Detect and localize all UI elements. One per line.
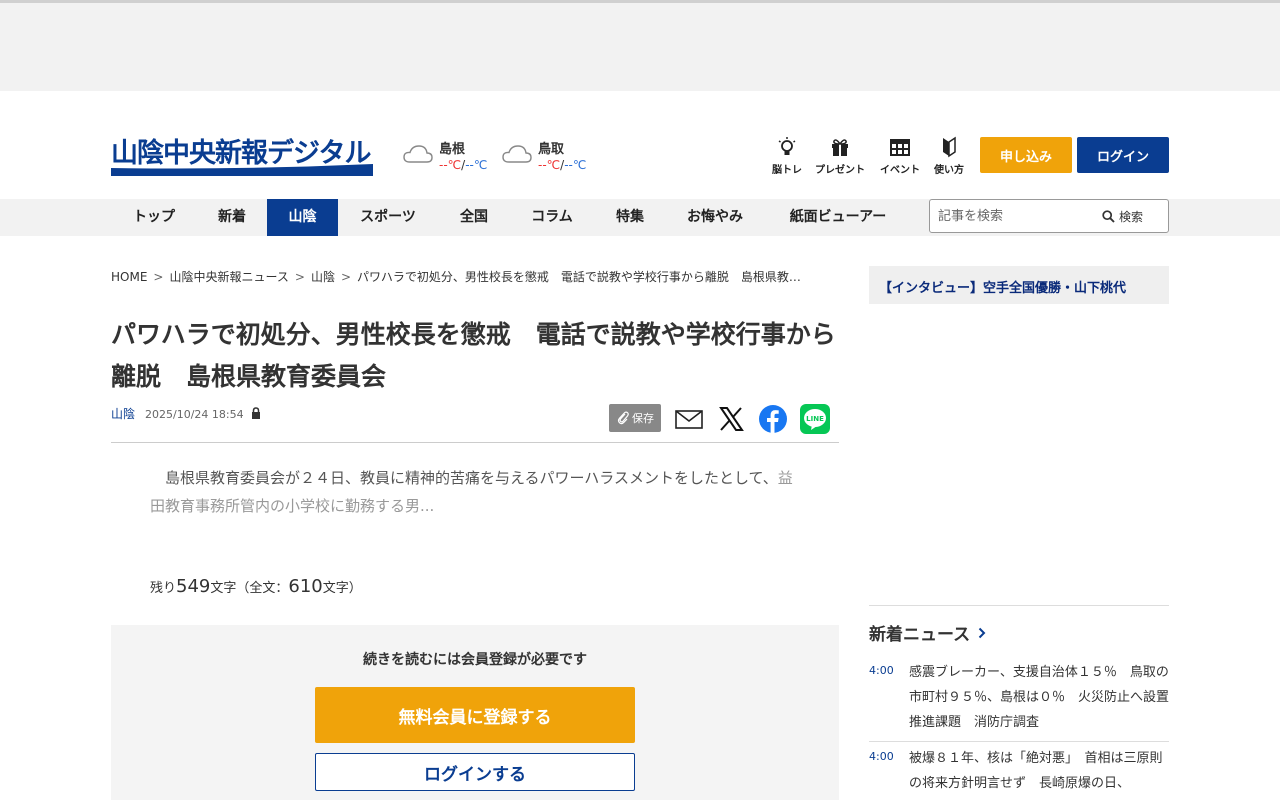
- nav-item-national[interactable]: 全国: [440, 199, 508, 236]
- lead-text: 島根県教育委員会が２４日、教員に精神的苦痛を与えるパワーハラスメントをしたとして…: [165, 469, 778, 487]
- chevron-right-icon: [978, 627, 986, 638]
- apply-button[interactable]: 申し込み: [980, 137, 1072, 173]
- nav-item-top[interactable]: トップ: [111, 199, 197, 236]
- login-button[interactable]: ログイン: [1077, 137, 1169, 173]
- weather-city: 島根: [439, 142, 466, 157]
- news-title: 被爆８１年、核は「絶対悪」 首相は三原則の将来方針明言せず 長崎原爆の日、: [909, 751, 1163, 791]
- gift-icon: [832, 139, 848, 156]
- cloud-icon: [403, 145, 433, 163]
- site-logo[interactable]: 山陰中央新報デジタル: [111, 131, 373, 177]
- breadcrumb-sep: >: [340, 270, 352, 284]
- nav-item-sports[interactable]: スポーツ: [340, 199, 436, 236]
- paywall-message: 続きを読むには会員登録が必要です: [363, 652, 587, 668]
- weather-tottori[interactable]: 鳥取 --℃/--℃: [502, 138, 592, 178]
- header-link-guide[interactable]: 使い方: [930, 136, 968, 176]
- sidebar-banner-link[interactable]: 【インタビュー】空手全国優勝・山下桃代: [879, 277, 1126, 296]
- remaining-chars: 残り549文字（全文：610文字）: [150, 576, 362, 597]
- paywall: 続きを読むには会員登録が必要です 無料会員に登録する ログインする: [111, 625, 839, 800]
- register-button[interactable]: 無料会員に登録する: [315, 687, 635, 743]
- header-link-label: イベント: [880, 165, 920, 176]
- article-meta: 山陰 2025/10/24 18:54: [111, 405, 261, 422]
- sidebar-banner: 【インタビュー】空手全国優勝・山下桃代: [869, 266, 1169, 304]
- lightbulb-icon: [778, 137, 796, 155]
- breadcrumb-news[interactable]: 山陰中央新報ニュース: [169, 270, 288, 284]
- list-item[interactable]: 4:00 感震ブレーカー、支援自治体１５％ 鳥取の市町村９５％、島根は０％ 火災…: [869, 660, 1169, 736]
- x-share-icon[interactable]: [716, 404, 746, 434]
- header-link-label: 使い方: [934, 165, 964, 176]
- remaining-suffix: 文字）: [322, 581, 362, 596]
- nav-item-obituary[interactable]: お悔やみ: [668, 199, 762, 236]
- nav-item-feature[interactable]: 特集: [596, 199, 664, 236]
- list-item[interactable]: 4:00 被爆８１年、核は「絶対悪」 首相は三原則の将来方針明言せず 長崎原爆の…: [869, 746, 1169, 800]
- news-time: 4:00: [869, 750, 894, 763]
- search-box: 検索: [929, 199, 1169, 233]
- nav-item-column[interactable]: コラム: [512, 199, 592, 236]
- meta-divider: [111, 442, 839, 443]
- save-button[interactable]: 保存: [609, 404, 661, 432]
- news-time: 4:00: [869, 664, 894, 677]
- lock-icon: [252, 407, 261, 419]
- cloud-icon: [502, 145, 532, 163]
- search-input[interactable]: [938, 206, 1098, 226]
- news-title: 感震ブレーカー、支援自治体１５％ 鳥取の市町村９５％、島根は０％ 火災防止へ設置…: [909, 665, 1170, 730]
- article-date: 2025/10/24 18:54: [145, 408, 244, 421]
- weather-shimane[interactable]: 島根 --℃/--℃: [403, 138, 493, 178]
- article-category[interactable]: 山陰: [111, 407, 135, 421]
- weather-temp: --℃/--℃: [439, 158, 488, 172]
- search-button-label: 検索: [1119, 209, 1144, 224]
- facebook-share-icon[interactable]: [758, 404, 788, 434]
- search-icon: [1102, 209, 1115, 223]
- remaining-mid: 文字（全文：: [210, 581, 289, 596]
- total-count: 610: [288, 576, 323, 597]
- remaining-count: 549: [176, 576, 211, 597]
- breadcrumb: HOME > 山陰中央新報ニュース > 山陰 > パワハラで初処分、男性校長を懲戒 電話で説…: [111, 268, 841, 285]
- ad-banner: [0, 3, 1280, 91]
- breadcrumb-current: パワハラで初処分、男性校長を懲戒 電話で説教や学校行事から離脱 島根県教…: [357, 270, 801, 284]
- paywall-login-button[interactable]: ログインする: [315, 753, 635, 791]
- remaining-prefix: 残り: [150, 581, 177, 596]
- header-link-label: プレゼント: [815, 165, 865, 176]
- header-link-brain-training[interactable]: 脳トレ: [766, 136, 808, 176]
- paperclip-icon: [617, 411, 629, 425]
- nav-item-sanin[interactable]: 山陰: [267, 199, 338, 236]
- latest-news-heading[interactable]: 新着ニュース: [869, 620, 986, 645]
- breadcrumb-sep: >: [153, 270, 164, 284]
- header-link-label: 脳トレ: [772, 165, 802, 176]
- article-title: パワハラで初処分、男性校長を懲戒 電話で説教や学校行事から離脱 島根県教育委員会: [111, 320, 836, 391]
- header-link-present[interactable]: プレゼント: [811, 136, 869, 176]
- breadcrumb-category[interactable]: 山陰: [311, 270, 335, 284]
- news-divider: [869, 741, 1169, 742]
- mail-share-icon[interactable]: [674, 404, 704, 434]
- calendar-icon: [890, 139, 910, 156]
- sidebar-divider: [869, 605, 1169, 606]
- nav-item-latest[interactable]: 新着: [199, 199, 265, 236]
- weather-city: 鳥取: [538, 142, 565, 157]
- line-share-icon[interactable]: LINE: [800, 404, 830, 434]
- weather-temp: --℃/--℃: [538, 158, 587, 172]
- search-button[interactable]: 検索: [1102, 206, 1143, 226]
- breadcrumb-sep: >: [294, 270, 305, 284]
- nav-item-viewer[interactable]: 紙面ビューアー: [766, 199, 910, 236]
- latest-news-title: 新着ニュース: [869, 625, 971, 645]
- save-label: 保存: [632, 412, 654, 425]
- article-lead: 島根県教育委員会が２４日、教員に精神的苦痛を与えるパワーハラスメントをしたとして…: [150, 464, 800, 520]
- breadcrumb-home[interactable]: HOME: [111, 270, 147, 284]
- svg-text:LINE: LINE: [806, 415, 824, 423]
- header-link-event[interactable]: イベント: [876, 136, 924, 176]
- logo-swoosh: [111, 164, 373, 176]
- guide-icon: [943, 136, 956, 158]
